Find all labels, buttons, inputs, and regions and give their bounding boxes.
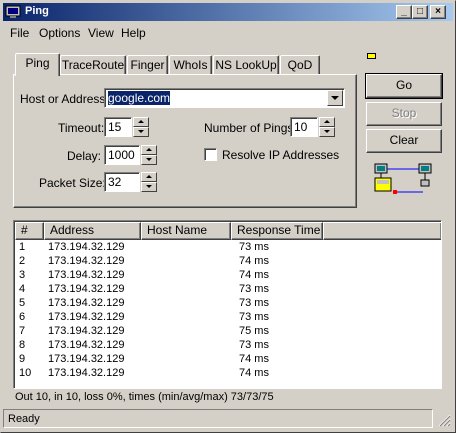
status-text: Ready xyxy=(8,413,40,425)
row-response-time: 74 ms xyxy=(239,353,269,365)
go-button[interactable]: Go xyxy=(365,73,443,99)
row-response-time: 73 ms xyxy=(239,241,269,253)
tab-qod[interactable]: QoD xyxy=(280,55,320,76)
table-row[interactable]: 8 173.194.32.129 73 ms xyxy=(15,339,440,353)
close-button[interactable]: × xyxy=(430,5,446,19)
row-number: 2 xyxy=(19,255,26,267)
row-number: 8 xyxy=(19,339,26,351)
table-row[interactable]: 5 173.194.32.129 73 ms xyxy=(15,297,440,311)
tab-traceroute[interactable]: TraceRoute xyxy=(60,55,126,76)
network-computers-icon xyxy=(374,163,432,194)
row-address: 173.194.32.129 xyxy=(48,297,125,309)
table-row[interactable]: 10 173.194.32.129 74 ms xyxy=(15,367,440,381)
row-address: 173.194.32.129 xyxy=(48,339,125,351)
status-bar: Ready xyxy=(3,409,433,428)
packet-size-label: Packet Size: xyxy=(39,176,106,190)
row-address: 173.194.32.129 xyxy=(48,325,125,337)
menu-help[interactable]: Help xyxy=(121,26,146,40)
table-row[interactable]: 2 173.194.32.129 74 ms xyxy=(15,255,440,269)
window-title: Ping xyxy=(25,5,49,17)
status-indicator-light xyxy=(367,53,376,59)
title-bar[interactable]: Ping _ □ × xyxy=(3,3,453,21)
host-label: Host or Address: xyxy=(20,92,109,106)
packet-size-up-arrow-icon[interactable] xyxy=(141,172,157,182)
tab-ping[interactable]: Ping xyxy=(15,53,60,76)
row-response-time: 73 ms xyxy=(239,297,269,309)
row-address: 173.194.32.129 xyxy=(48,241,125,253)
row-address: 173.194.32.129 xyxy=(48,269,125,281)
tab-whois[interactable]: WhoIs xyxy=(169,55,212,76)
minimize-button[interactable]: _ xyxy=(396,5,412,19)
row-response-time: 73 ms xyxy=(239,311,269,323)
timeout-label: Timeout: xyxy=(58,121,105,135)
results-listview[interactable]: # Address Host Name Response Time 1 173.1… xyxy=(13,220,442,389)
row-response-time: 74 ms xyxy=(239,367,269,379)
row-address: 173.194.32.129 xyxy=(48,353,125,365)
menu-file[interactable]: File xyxy=(10,26,29,40)
row-response-time: 73 ms xyxy=(239,283,269,295)
packet-size-input[interactable]: 32 xyxy=(104,172,140,192)
row-address: 173.194.32.129 xyxy=(48,255,125,267)
timeout-up-arrow-icon[interactable] xyxy=(133,117,149,127)
row-address: 173.194.32.129 xyxy=(48,311,125,323)
row-response-time: 73 ms xyxy=(239,339,269,351)
host-dropdown-arrow-icon[interactable] xyxy=(327,90,343,106)
resolve-ip-checkbox[interactable] xyxy=(204,148,217,161)
table-row[interactable]: 9 173.194.32.129 74 ms xyxy=(15,353,440,367)
row-response-time: 74 ms xyxy=(239,255,269,267)
packet-size-down-arrow-icon[interactable] xyxy=(141,182,157,192)
row-number: 9 xyxy=(19,353,26,365)
delay-label: Delay: xyxy=(67,149,102,163)
number-of-pings-spinner[interactable] xyxy=(319,117,335,137)
row-number: 4 xyxy=(19,283,26,295)
column-header-address[interactable]: Address xyxy=(44,222,141,240)
delay-down-arrow-icon[interactable] xyxy=(141,155,157,165)
clear-button[interactable]: Clear xyxy=(366,129,442,153)
stop-button[interactable]: Stop xyxy=(366,102,442,126)
host-combobox[interactable]: google.com xyxy=(104,88,345,108)
menu-bar: File Options View Help xyxy=(3,23,453,42)
row-number: 10 xyxy=(19,367,32,379)
app-icon xyxy=(5,5,21,18)
pings-down-arrow-icon[interactable] xyxy=(319,127,335,137)
ping-window: Ping _ □ × File Options View Help Ping T… xyxy=(0,0,456,433)
table-row[interactable]: 3 173.194.32.129 74 ms xyxy=(15,269,440,283)
tab-finger[interactable]: Finger xyxy=(127,55,168,76)
ping-summary: Out 10, in 10, loss 0%, times (min/avg/m… xyxy=(15,391,274,403)
pings-up-arrow-icon[interactable] xyxy=(319,117,335,127)
delay-spinner[interactable] xyxy=(141,145,157,165)
row-number: 7 xyxy=(19,325,26,337)
menu-view[interactable]: View xyxy=(88,26,114,40)
row-number: 5 xyxy=(19,297,26,309)
number-of-pings-label: Number of Pings: xyxy=(204,121,297,135)
maximize-button[interactable]: □ xyxy=(412,5,428,19)
menu-options[interactable]: Options xyxy=(39,26,80,40)
column-header-response-time[interactable]: Response Time xyxy=(231,222,323,240)
row-response-time: 75 ms xyxy=(239,325,269,337)
column-header-number[interactable]: # xyxy=(15,222,44,240)
tab-ns-lookup[interactable]: NS LookUp xyxy=(213,55,279,76)
column-header-host-name[interactable]: Host Name xyxy=(141,222,231,240)
delay-up-arrow-icon[interactable] xyxy=(141,145,157,155)
resolve-ip-label[interactable]: Resolve IP Addresses xyxy=(222,148,339,162)
table-row[interactable]: 4 173.194.32.129 73 ms xyxy=(15,283,440,297)
delay-input[interactable]: 1000 xyxy=(104,145,140,165)
table-row[interactable]: 6 173.194.32.129 73 ms xyxy=(15,311,440,325)
number-of-pings-input[interactable]: 10 xyxy=(290,117,318,137)
timeout-down-arrow-icon[interactable] xyxy=(133,127,149,137)
row-number: 1 xyxy=(19,241,26,253)
row-address: 173.194.32.129 xyxy=(48,367,125,379)
row-number: 3 xyxy=(19,269,26,281)
table-row[interactable]: 7 173.194.32.129 75 ms xyxy=(15,325,440,339)
host-input-value[interactable]: google.com xyxy=(108,91,171,105)
timeout-spinner[interactable] xyxy=(133,117,149,137)
table-row[interactable]: 1 173.194.32.129 73 ms xyxy=(15,241,440,255)
packet-size-spinner[interactable] xyxy=(141,172,157,192)
row-response-time: 74 ms xyxy=(239,269,269,281)
column-header-empty xyxy=(323,222,441,240)
timeout-input[interactable]: 15 xyxy=(104,117,132,137)
resize-grip-icon[interactable] xyxy=(437,413,451,427)
row-address: 173.194.32.129 xyxy=(48,283,125,295)
row-number: 6 xyxy=(19,311,26,323)
